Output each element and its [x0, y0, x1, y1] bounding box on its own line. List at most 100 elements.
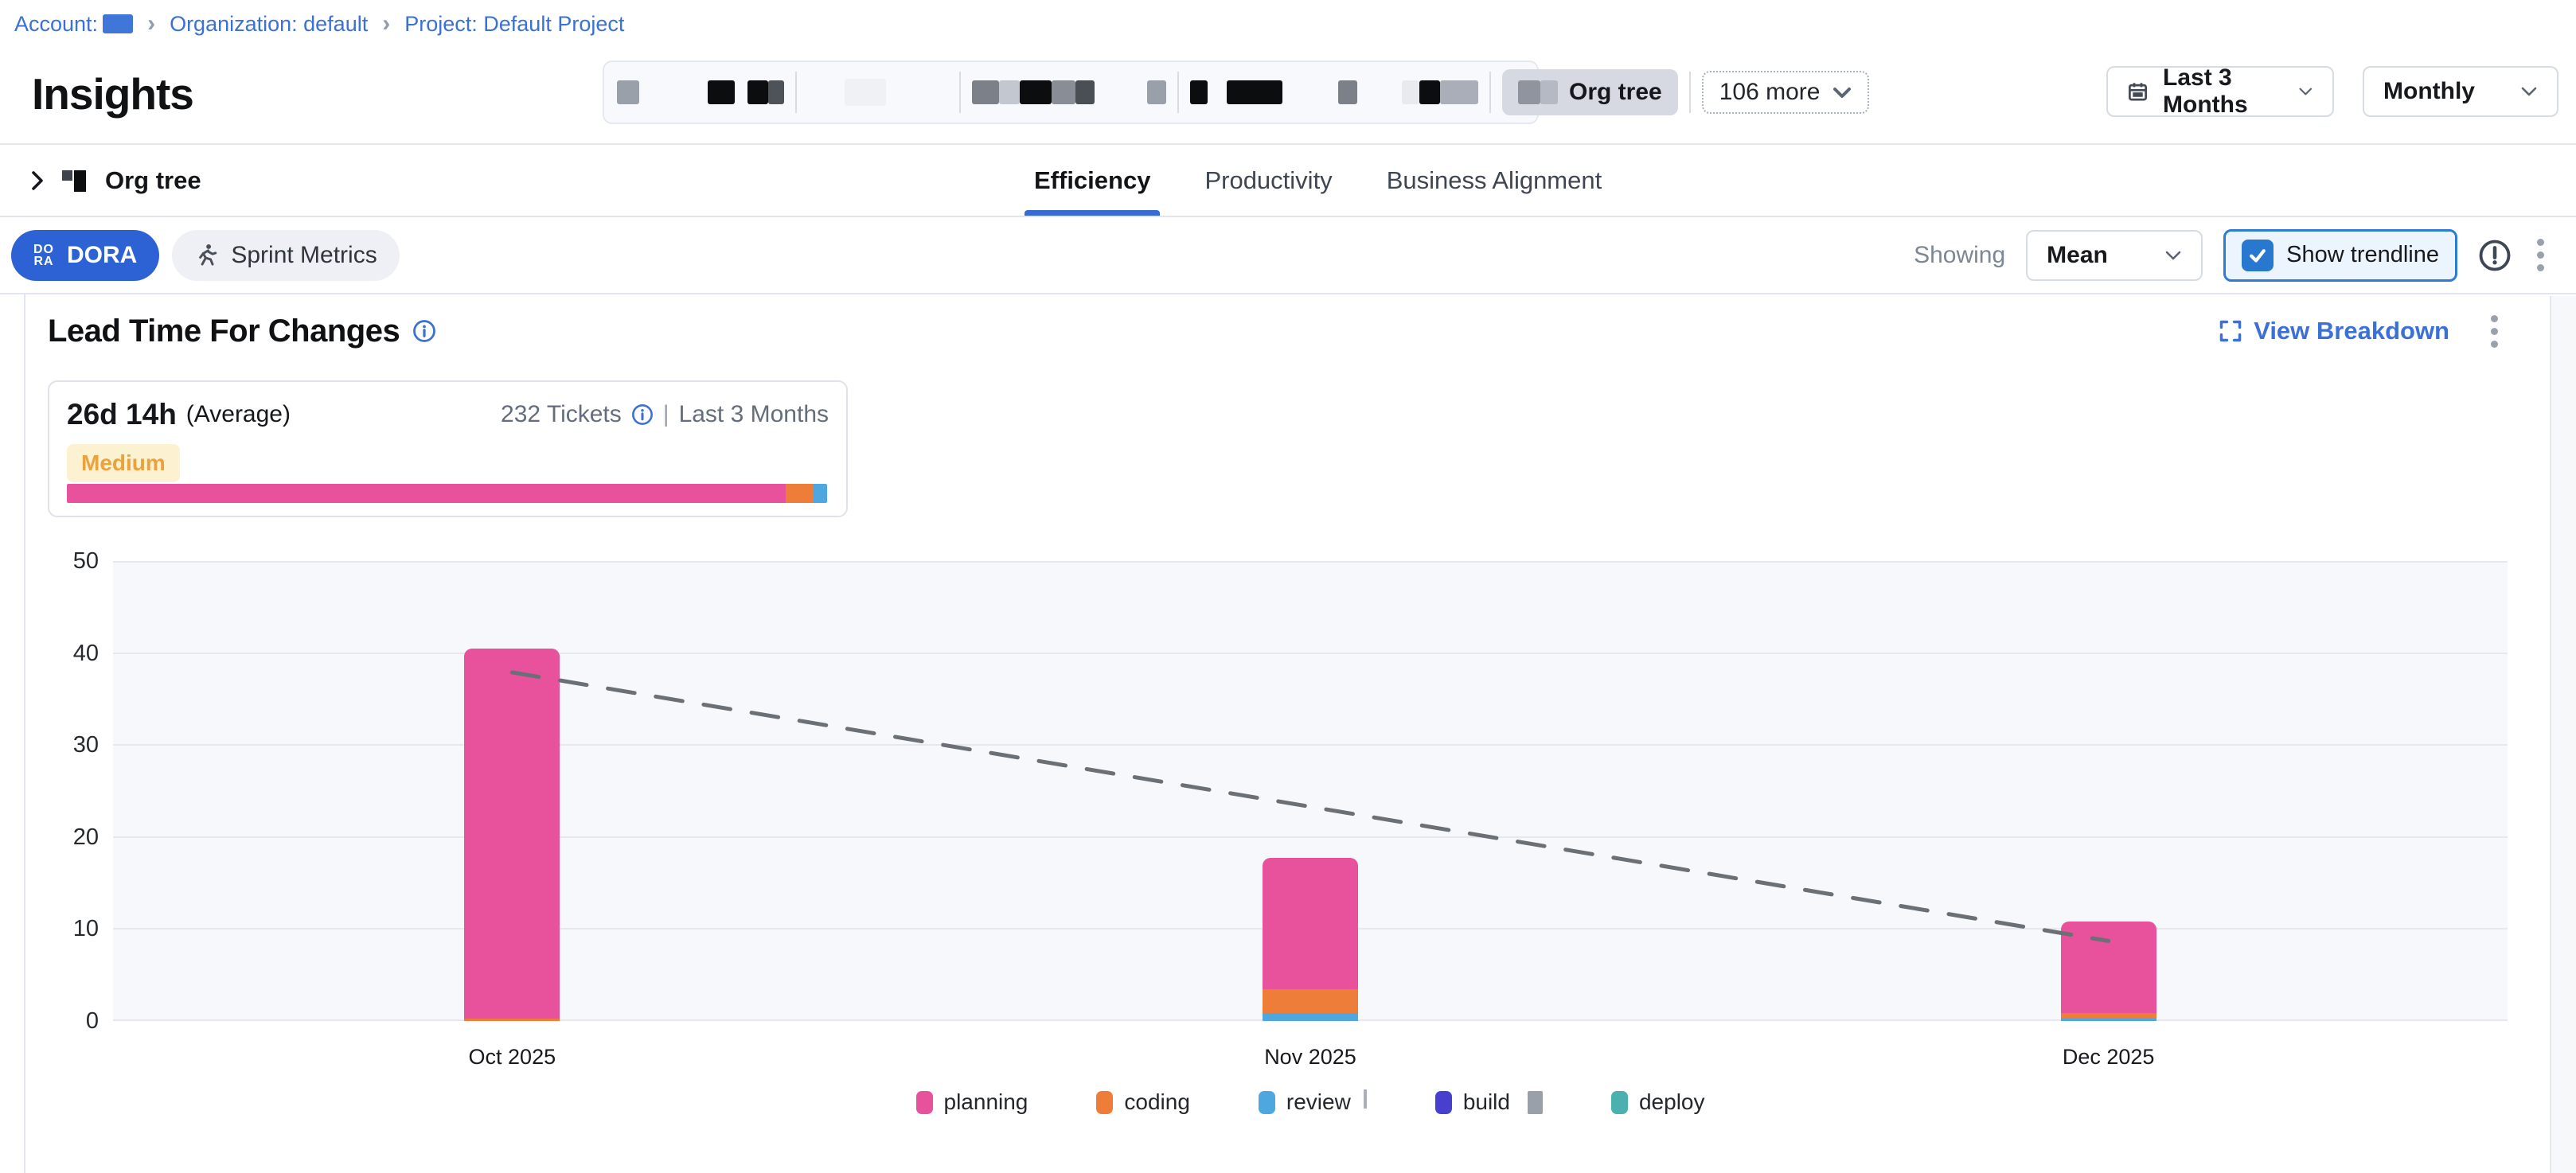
- redacted-filter-group: [808, 79, 886, 106]
- summary-bar-segment-review: [814, 484, 827, 503]
- summary-top: 26d 14h (Average) 232 Tickets | Last 3 M…: [67, 398, 829, 431]
- redacted-filter-group: [1190, 80, 1478, 104]
- lead-time-chart: 01020304050Oct 2025Nov 2025Dec 2025 plan…: [113, 561, 2508, 1021]
- page-header: Insights Org tree: [0, 48, 2576, 145]
- summary-range: Last 3 Months: [679, 401, 829, 428]
- checkbox-checked-icon[interactable]: [2242, 240, 2274, 271]
- toolbar-menu-kebab[interactable]: [2532, 234, 2549, 276]
- breadcrumb-organization[interactable]: Organization: default: [170, 12, 368, 37]
- divider: [1489, 72, 1491, 113]
- tickets-count: 232 Tickets: [501, 401, 622, 428]
- bar-segment-coding: [1263, 989, 1358, 1013]
- widget-menu-kebab[interactable]: [2486, 310, 2503, 353]
- legend-swatch-review: [1259, 1091, 1275, 1114]
- widget-title: Lead Time For Changes: [48, 314, 436, 349]
- widget-header: Lead Time For Changes View Breakdown: [48, 309, 2503, 353]
- chevron-down-icon: [1832, 87, 1852, 99]
- y-axis-tick: 20: [51, 824, 99, 851]
- tab-business-alignment[interactable]: Business Alignment: [1377, 145, 1612, 216]
- divider: [795, 72, 797, 113]
- show-trendline-toggle[interactable]: Show trendline: [2223, 229, 2457, 282]
- breadcrumb: Account: › Organization: default › Proje…: [0, 0, 2576, 48]
- redacted-mark: [1528, 1091, 1543, 1114]
- sprint-metrics-label: Sprint Metrics: [231, 242, 377, 269]
- chevron-right-icon: ›: [146, 12, 157, 36]
- sprint-metrics-button[interactable]: Sprint Metrics: [172, 230, 399, 281]
- summary-qualifier: (Average): [186, 401, 291, 428]
- legend-label: coding: [1124, 1089, 1190, 1115]
- stacked-bar[interactable]: [1263, 858, 1358, 1021]
- divider: [1689, 72, 1691, 113]
- tab-efficiency[interactable]: Efficiency: [1025, 145, 1160, 216]
- bar-segment-planning: [1263, 858, 1358, 988]
- bar-segment-coding: [464, 1019, 560, 1022]
- legend-label: build: [1463, 1089, 1510, 1115]
- info-icon[interactable]: [412, 319, 436, 343]
- redacted-mark: [1364, 1089, 1367, 1109]
- chart-legend: planning coding review build deploy: [113, 1089, 2508, 1115]
- tab-productivity[interactable]: Productivity: [1195, 145, 1341, 216]
- legend-label: planning: [944, 1089, 1028, 1115]
- filter-chip-label: Org tree: [1569, 79, 1662, 106]
- org-tree-label: Org tree: [105, 166, 201, 195]
- org-tree-icon: [62, 168, 88, 193]
- breadcrumb-account-label: Account:: [14, 12, 98, 37]
- legend-item-deploy[interactable]: deploy: [1611, 1089, 1705, 1115]
- tab-label: Efficiency: [1034, 166, 1150, 195]
- rating-badge: Medium: [67, 444, 180, 482]
- filter-chip-org-tree[interactable]: Org tree: [1502, 69, 1678, 115]
- breadcrumb-account[interactable]: Account:: [14, 12, 133, 37]
- info-icon[interactable]: [631, 403, 654, 426]
- legend-swatch-deploy: [1611, 1091, 1628, 1114]
- more-filters-dropdown[interactable]: 106 more: [1702, 71, 1870, 114]
- bar-segment-review: [1263, 1013, 1358, 1021]
- show-trendline-label: Show trendline: [2286, 242, 2439, 268]
- nav-row: Org tree Efficiency Productivity Business …: [0, 145, 2576, 217]
- org-tree-header[interactable]: Org tree: [30, 145, 201, 216]
- summary-card: 26d 14h (Average) 232 Tickets | Last 3 M…: [48, 380, 848, 517]
- redacted-filter-group: [617, 80, 784, 104]
- chevron-down-icon: [2520, 86, 2538, 97]
- header-selects: Last 3 Months Monthly: [2106, 66, 2558, 117]
- more-filters-label: 106 more: [1719, 79, 1821, 106]
- bar-segment-planning: [2061, 922, 2156, 1014]
- x-axis-tick: Nov 2025: [911, 1043, 1710, 1070]
- legend-item-coding[interactable]: coding: [1096, 1089, 1190, 1115]
- scroll-gutter[interactable]: [2550, 296, 2576, 1173]
- legend-item-build[interactable]: build: [1435, 1089, 1543, 1115]
- legend-swatch-build: [1435, 1091, 1452, 1114]
- summary-bar-segment-coding: [786, 484, 813, 503]
- y-axis-tick: 50: [51, 548, 99, 575]
- date-range-value: Last 3 Months: [2163, 64, 2298, 119]
- stacked-bar[interactable]: [2061, 922, 2156, 1021]
- tab-label: Business Alignment: [1387, 166, 1602, 195]
- legend-swatch-coding: [1096, 1091, 1113, 1114]
- view-breakdown-button[interactable]: View Breakdown: [2219, 317, 2449, 345]
- summary-meta: 232 Tickets | Last 3 Months: [501, 401, 829, 428]
- showing-label: Showing: [1914, 242, 2005, 269]
- stacked-bar[interactable]: [464, 649, 560, 1021]
- expand-icon: [2219, 319, 2242, 343]
- bar-segment-review: [2061, 1019, 2156, 1021]
- granularity-select[interactable]: Monthly: [2363, 66, 2558, 117]
- chevron-down-icon: [2298, 86, 2313, 97]
- divider: |: [663, 401, 669, 428]
- redacted-account-name: [103, 14, 133, 33]
- dora-button[interactable]: DORA DORA: [11, 230, 159, 281]
- alert-circle-icon[interactable]: [2478, 239, 2512, 272]
- filter-chips-bar: Org tree 106 more: [603, 60, 1539, 124]
- breadcrumb-project[interactable]: Project: Default Project: [404, 12, 624, 37]
- view-breakdown-label: View Breakdown: [2254, 317, 2449, 345]
- aggregation-select[interactable]: Mean: [2026, 230, 2203, 281]
- x-axis-tick: Dec 2025: [1709, 1043, 2508, 1070]
- summary-bar-segment-planning: [67, 484, 786, 503]
- legend-label: deploy: [1639, 1089, 1705, 1115]
- widget-title-text: Lead Time For Changes: [48, 314, 400, 349]
- legend-label: review: [1286, 1089, 1351, 1115]
- dora-logo-icon: DORA: [33, 244, 54, 267]
- legend-item-planning[interactable]: planning: [916, 1089, 1028, 1115]
- legend-item-review[interactable]: review: [1259, 1089, 1367, 1115]
- redacted-chip-icon: [1518, 80, 1558, 104]
- date-range-select[interactable]: Last 3 Months: [2106, 66, 2334, 117]
- chevron-right-expander-icon[interactable]: [30, 170, 45, 192]
